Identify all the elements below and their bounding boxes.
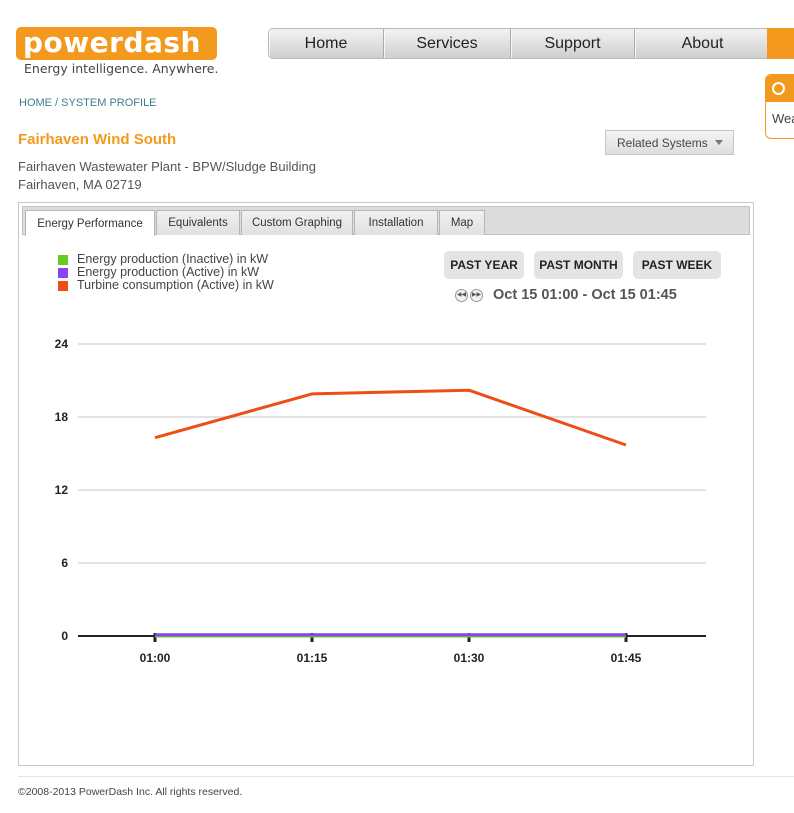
x-tick-label: 01:00: [140, 651, 171, 665]
related-systems-dropdown[interactable]: Related Systems: [605, 130, 734, 155]
footer-divider: [18, 776, 794, 777]
powerdash-logo[interactable]: powerdash: [16, 27, 217, 60]
related-systems-label: Related Systems: [617, 135, 708, 150]
y-tick-label: 12: [55, 483, 69, 497]
nav-services[interactable]: Services: [384, 29, 511, 58]
y-tick-label: 6: [61, 556, 68, 570]
weather-label: Wea: [772, 111, 794, 126]
chevron-down-icon: [714, 140, 723, 145]
x-tick-label: 01:45: [611, 651, 642, 665]
nav-about[interactable]: About: [635, 29, 767, 58]
address-line-1: Fairhaven Wastewater Plant - BPW/Sludge …: [18, 159, 316, 174]
y-tick-label: 0: [61, 629, 68, 643]
nav-support[interactable]: Support: [511, 29, 635, 58]
nav-home[interactable]: Home: [269, 29, 384, 58]
main-nav: Home Services Support About: [268, 28, 768, 59]
page-title: Fairhaven Wind South: [18, 131, 177, 148]
x-tick-label: 01:15: [297, 651, 328, 665]
weather-widget[interactable]: Wea: [765, 74, 794, 139]
breadcrumb[interactable]: HOME / SYSTEM PROFILE: [19, 97, 157, 109]
nav-extra-tab[interactable]: [767, 28, 794, 59]
weather-icon: [772, 82, 785, 95]
tagline: Energy intelligence. Anywhere.: [24, 61, 219, 76]
y-tick-label: 24: [55, 337, 69, 351]
y-tick-label: 18: [55, 410, 69, 424]
line-chart: 0 6 12 18 24 01:00 01:15 01:30 01:45: [55, 337, 706, 665]
address-line-2: Fairhaven, MA 02719: [18, 177, 142, 192]
footer-copyright: ©2008-2013 PowerDash Inc. All rights res…: [18, 786, 243, 798]
x-tick-label: 01:30: [454, 651, 485, 665]
chart-panel: Energy Performance Equivalents Custom Gr…: [18, 202, 754, 766]
